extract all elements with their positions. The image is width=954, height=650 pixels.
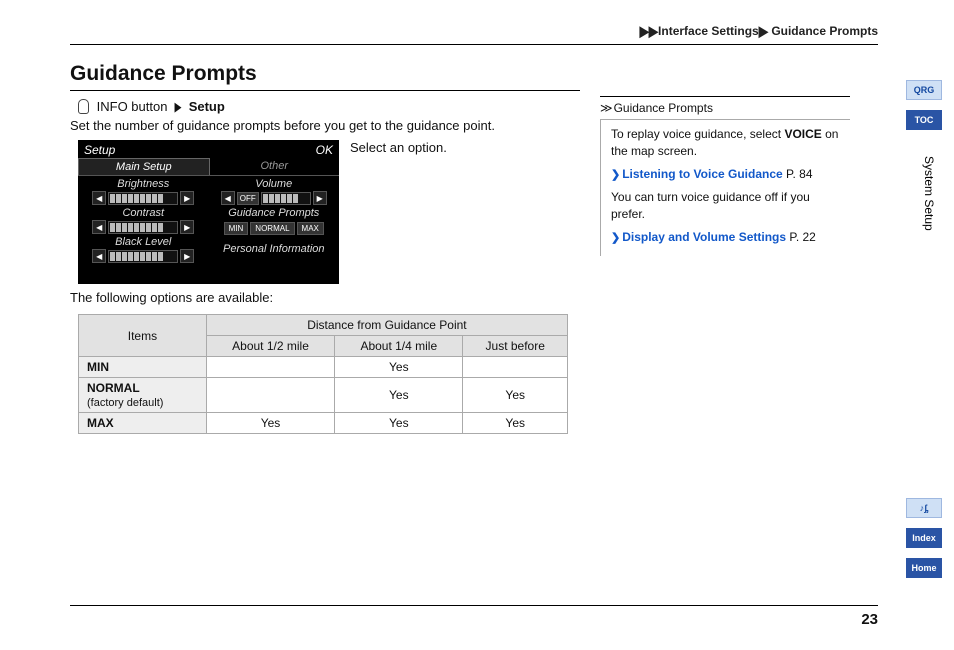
link2-page: P. 22 xyxy=(789,230,815,244)
breadcrumb-sep2-icon: ▶ xyxy=(759,23,768,40)
ss-tab-other: Other xyxy=(210,158,340,175)
cell: Yes xyxy=(206,413,334,434)
link-arrow-icon: ❯ xyxy=(611,169,620,181)
right-arrow-icon: ▶ xyxy=(180,191,194,205)
page-title: Guidance Prompts xyxy=(70,62,580,91)
ss-brightness-label: Brightness xyxy=(117,178,169,190)
cell: Yes xyxy=(335,378,463,413)
row-min-name: MIN xyxy=(79,357,207,378)
breadcrumb: ▶▶Interface Settings▶ Guidance Prompts xyxy=(640,24,878,38)
ss-volume-label: Volume xyxy=(255,178,292,190)
side-title: ≫Guidance Prompts xyxy=(600,96,850,120)
top-divider xyxy=(70,44,878,45)
link-arrow-icon: ❯ xyxy=(611,232,620,244)
cell xyxy=(206,378,334,413)
ss-brightness-slider: ◀ ▶ xyxy=(80,191,207,205)
th-distance: Distance from Guidance Point xyxy=(206,315,567,336)
page-number: 23 xyxy=(861,611,878,628)
ss-gp-min: MIN xyxy=(224,222,249,235)
available-options-text: The following options are available: xyxy=(70,290,273,305)
left-arrow-icon: ◀ xyxy=(92,249,106,263)
th-c3: Just before xyxy=(463,336,568,357)
side-nav-top: QRG TOC xyxy=(906,80,942,130)
right-arrow-icon: ▶ xyxy=(313,191,327,205)
intro-text: Set the number of guidance prompts befor… xyxy=(70,118,495,133)
row-normal-sub: (factory default) xyxy=(87,397,163,409)
link1-page: P. 84 xyxy=(786,167,812,181)
cell: Yes xyxy=(463,378,568,413)
row-normal-name: NORMAL (factory default) xyxy=(79,378,207,413)
ss-gp-max: MAX xyxy=(297,222,324,235)
cell: Yes xyxy=(335,413,463,434)
tab-qrg[interactable]: QRG xyxy=(906,80,942,100)
ss-black-slider: ◀ ▶ xyxy=(80,249,207,263)
ss-volume-slider: ◀ OFF ▶ xyxy=(211,191,338,205)
link-voice-guidance[interactable]: Listening to Voice Guidance xyxy=(622,167,782,181)
th-c2: About 1/4 mile xyxy=(335,336,463,357)
ss-contrast-label: Contrast xyxy=(122,207,164,219)
tab-voice[interactable]: ♪ᶋ xyxy=(906,498,942,518)
ss-setup-label: Setup xyxy=(84,143,115,157)
th-c1: About 1/2 mile xyxy=(206,336,334,357)
ss-tab-main: Main Setup xyxy=(78,158,210,175)
nav-path: INFO button ▶ Setup xyxy=(78,96,225,115)
ss-ok-label: OK xyxy=(316,143,333,157)
breadcrumb-sep-icon: ▶▶ xyxy=(640,23,658,40)
breadcrumb-leaf: Guidance Prompts xyxy=(771,24,878,38)
cell xyxy=(206,357,334,378)
nav-setup-label: Setup xyxy=(189,99,225,114)
cell xyxy=(463,357,568,378)
ss-gp-normal: NORMAL xyxy=(250,222,294,235)
left-arrow-icon: ◀ xyxy=(221,191,235,205)
side-p1: To replay voice guidance, select VOICE o… xyxy=(611,126,846,160)
ss-off-label: OFF xyxy=(237,192,259,205)
cell: Yes xyxy=(463,413,568,434)
link-display-volume[interactable]: Display and Volume Settings xyxy=(622,230,786,244)
side-nav-bottom: ♪ᶋ Index Home xyxy=(906,498,942,578)
nav-arrow-icon: ▶ xyxy=(175,99,182,115)
ss-contrast-slider: ◀ ▶ xyxy=(80,220,207,234)
side-note-box: ≫Guidance Prompts To replay voice guidan… xyxy=(600,96,850,256)
tab-index[interactable]: Index xyxy=(906,528,942,548)
device-screenshot: Setup OK Main Setup Other Brightness ◀ ▶… xyxy=(78,140,339,284)
row-max-name: MAX xyxy=(79,413,207,434)
section-label: System Setup xyxy=(922,156,936,231)
ss-gp-buttons: MIN NORMAL MAX xyxy=(224,222,324,235)
bottom-divider xyxy=(70,605,878,606)
th-items: Items xyxy=(79,315,207,357)
tab-toc[interactable]: TOC xyxy=(906,110,942,130)
info-button-icon xyxy=(78,99,89,114)
ss-gp-label: Guidance Prompts xyxy=(228,207,319,219)
side-p2: You can turn voice guidance off if you p… xyxy=(611,189,846,223)
left-arrow-icon: ◀ xyxy=(92,191,106,205)
right-arrow-icon: ▶ xyxy=(180,220,194,234)
chevrons-icon: ≫ xyxy=(600,101,610,115)
cell: Yes xyxy=(335,357,463,378)
ss-personal-info: Personal Information xyxy=(211,243,338,255)
guidance-table: Items Distance from Guidance Point About… xyxy=(78,314,568,434)
nav-info-label: INFO button xyxy=(97,99,168,114)
right-arrow-icon: ▶ xyxy=(180,249,194,263)
breadcrumb-mid: Interface Settings xyxy=(658,24,759,38)
tab-home[interactable]: Home xyxy=(906,558,942,578)
select-option-text: Select an option. xyxy=(350,140,447,155)
ss-black-label: Black Level xyxy=(115,236,171,248)
left-arrow-icon: ◀ xyxy=(92,220,106,234)
